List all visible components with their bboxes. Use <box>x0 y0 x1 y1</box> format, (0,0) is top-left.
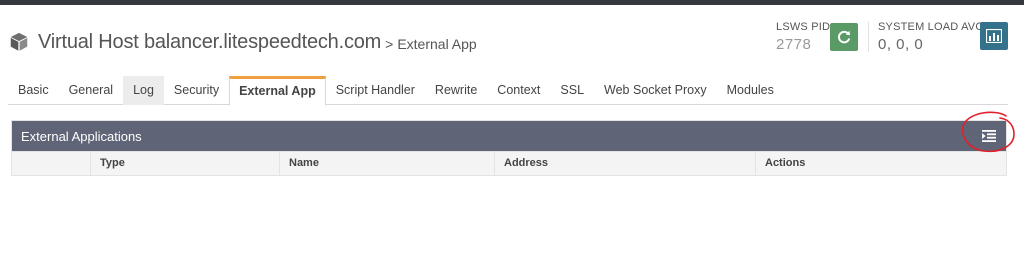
restart-button[interactable] <box>830 23 858 51</box>
refresh-icon <box>838 30 851 44</box>
load-label: SYSTEM LOAD AVG <box>878 21 985 33</box>
external-apps-panel: External Applications Type Name Address … <box>11 120 1007 176</box>
tab-general[interactable]: General <box>59 76 123 105</box>
cube-icon <box>10 32 28 51</box>
breadcrumb-current: External App <box>397 36 477 52</box>
add-external-app-button[interactable] <box>978 126 1000 146</box>
stat-divider <box>868 22 869 52</box>
column-header-type[interactable]: Type <box>91 152 280 176</box>
system-load-stat: SYSTEM LOAD AVG 0, 0, 0 <box>878 21 984 53</box>
page-header: Virtual Host balancer.litespeedtech.com … <box>8 26 477 58</box>
page-title: Virtual Host balancer.litespeedtech.com <box>38 30 382 53</box>
panel-header: External Applications <box>12 121 1006 151</box>
column-header-name[interactable]: Name <box>280 152 495 176</box>
tab-external-app[interactable]: External App <box>229 76 326 106</box>
tab-security[interactable]: Security <box>164 76 229 105</box>
column-header-blank <box>12 152 91 176</box>
pid-label: LSWS PID <box>776 21 831 33</box>
bar-chart-icon <box>986 29 1002 43</box>
panel-title: External Applications <box>21 128 142 144</box>
load-value: 0, 0, 0 <box>878 36 924 53</box>
tab-context[interactable]: Context <box>487 76 550 105</box>
breadcrumb-separator: > <box>385 36 394 52</box>
top-bar <box>0 0 1024 5</box>
tab-web-socket-proxy[interactable]: Web Socket Proxy <box>594 76 717 105</box>
tab-ssl[interactable]: SSL <box>550 76 594 105</box>
pid-value: 2778 <box>776 36 812 53</box>
tab-basic[interactable]: Basic <box>8 76 59 105</box>
table-header-row: Type Name Address Actions <box>12 151 1006 176</box>
tab-modules[interactable]: Modules <box>717 76 784 105</box>
tab-bar: Basic General Log Security External App … <box>8 76 1008 106</box>
lsws-pid-stat: LSWS PID 2778 <box>776 21 830 53</box>
column-header-actions: Actions <box>765 157 806 169</box>
load-chart-button[interactable] <box>980 22 1008 50</box>
add-list-icon <box>982 130 996 142</box>
tab-rewrite[interactable]: Rewrite <box>425 76 487 105</box>
column-header-address[interactable]: Address <box>495 152 756 176</box>
tab-script-handler[interactable]: Script Handler <box>326 76 425 105</box>
tab-log[interactable]: Log <box>123 76 164 105</box>
